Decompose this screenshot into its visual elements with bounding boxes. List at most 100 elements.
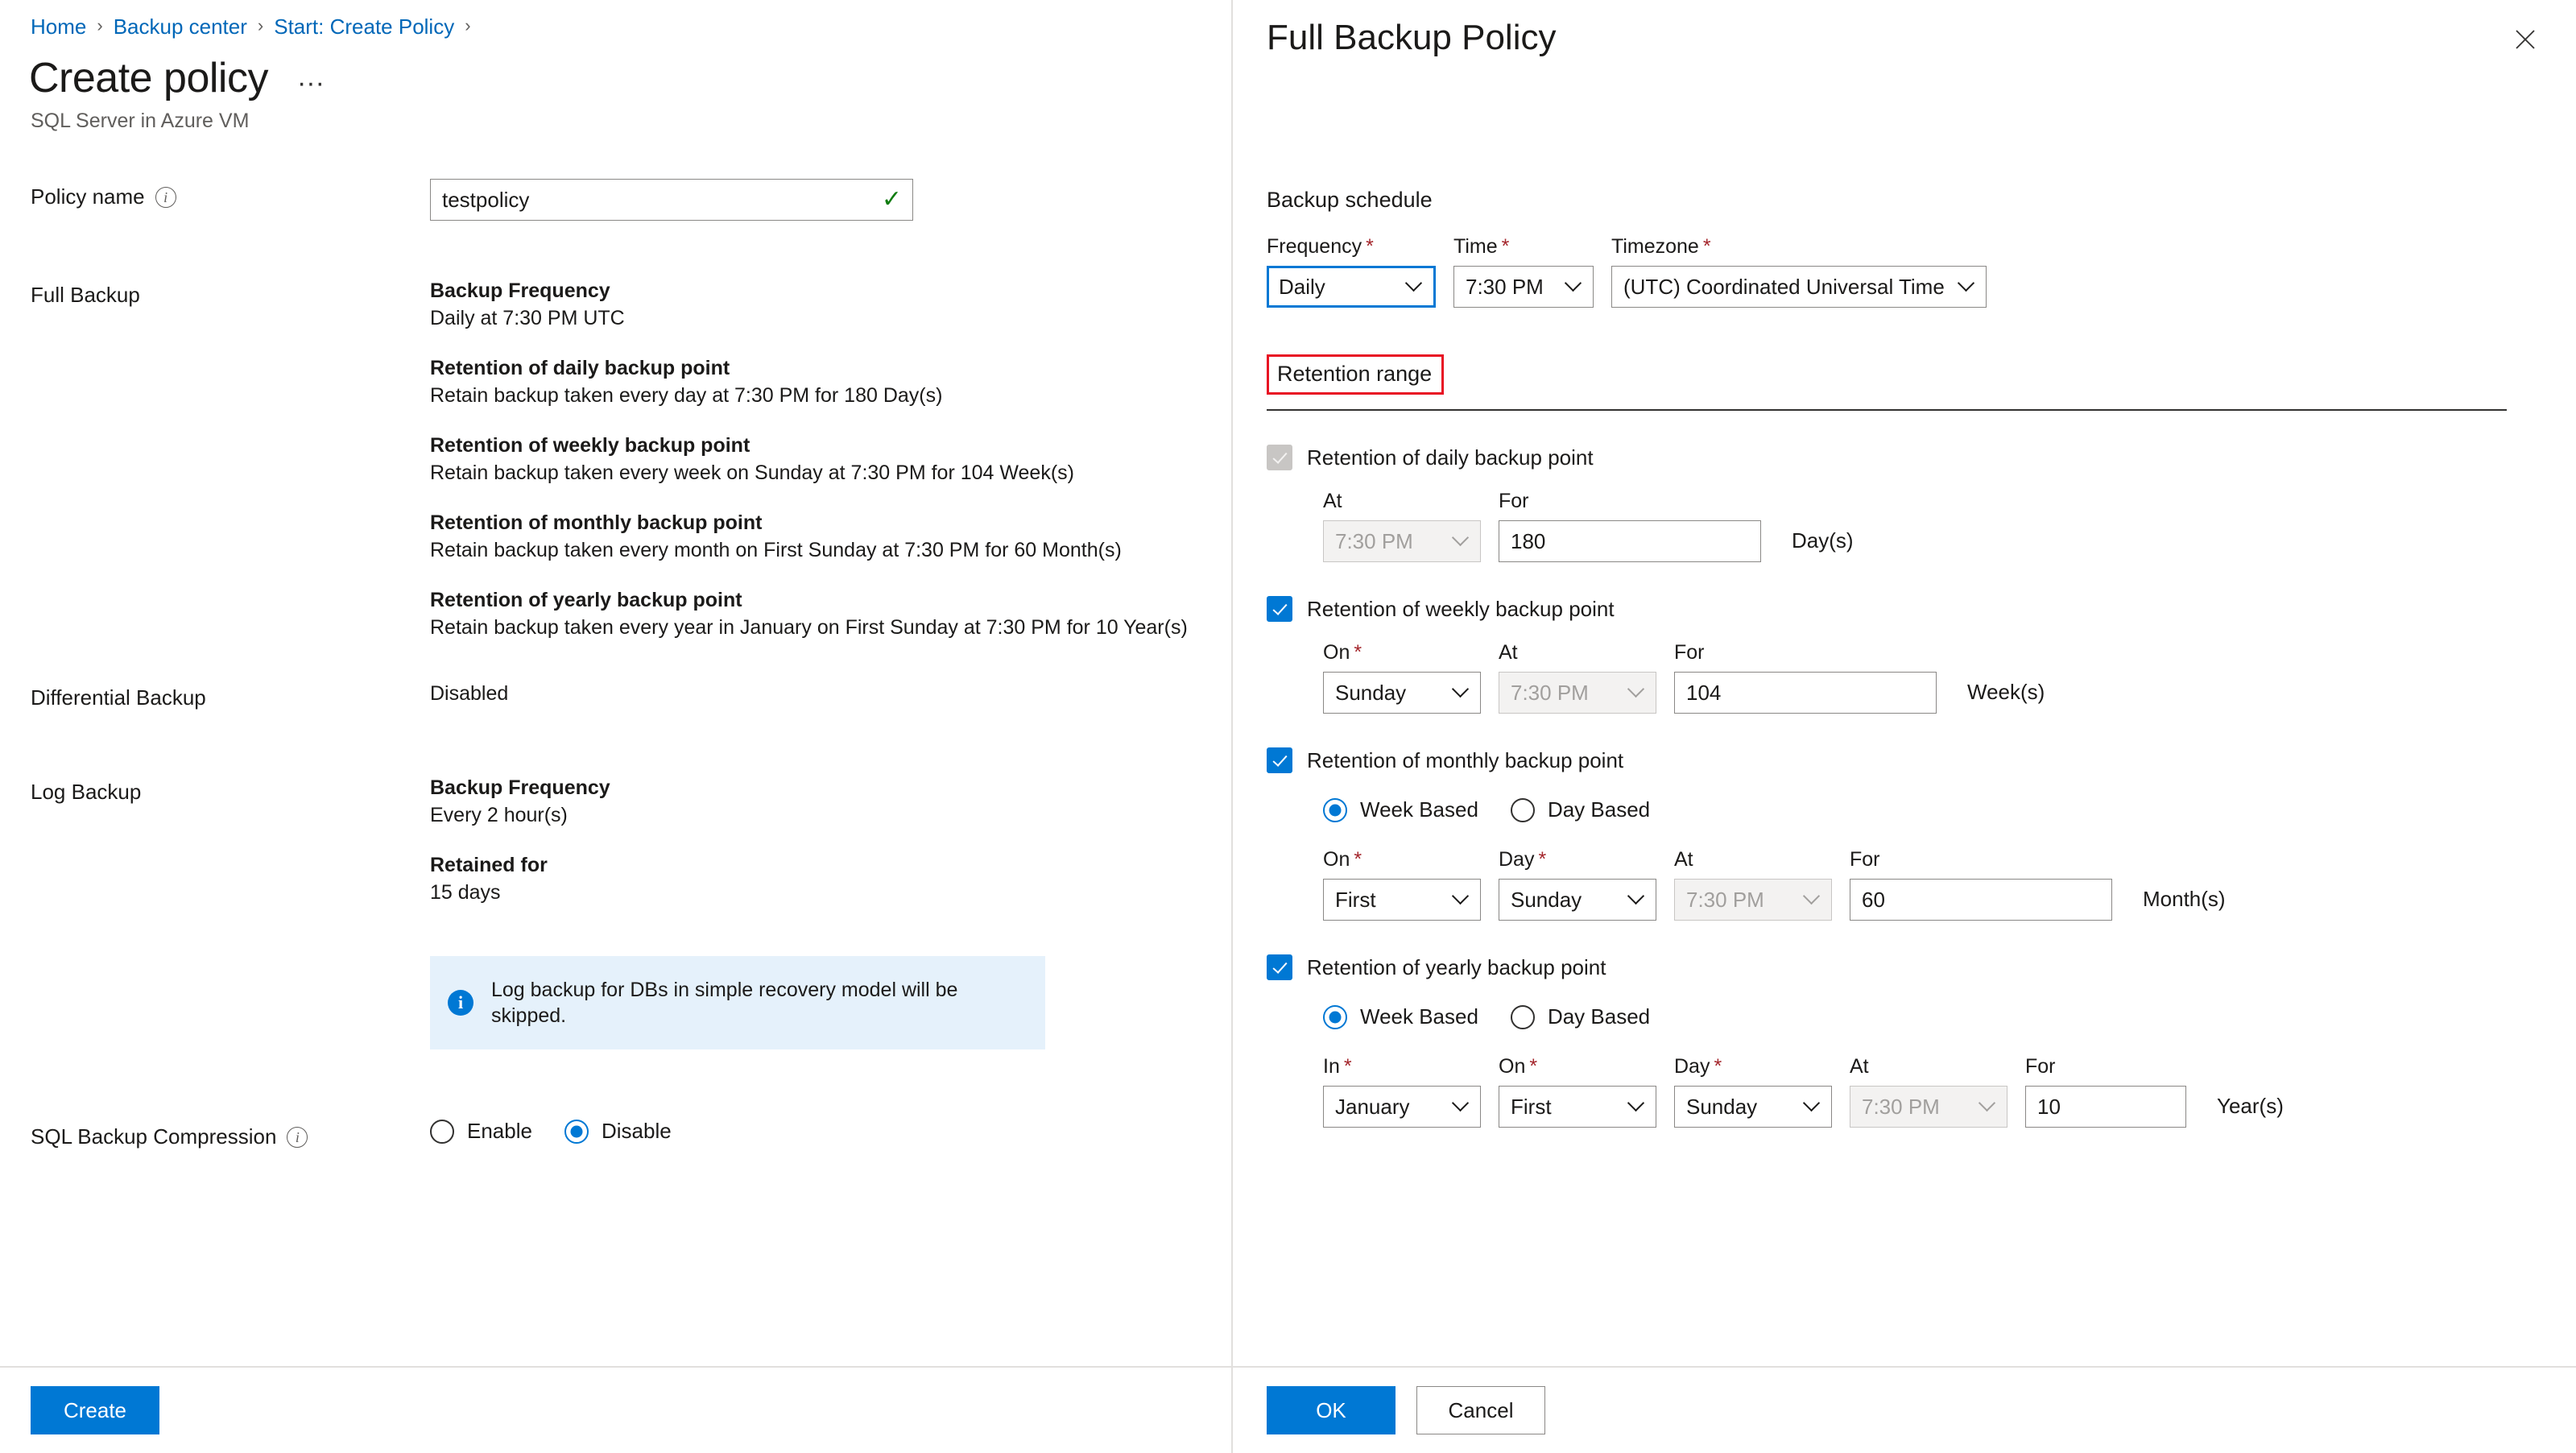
yearly-retention-label: Retention of yearly backup point	[1307, 954, 1606, 979]
full-backup-yearly-head: Retention of yearly backup point	[430, 589, 742, 611]
yearly-for-field: For	[2025, 1054, 2186, 1128]
monthly-mode-week-based[interactable]: Week Based	[1323, 797, 1478, 822]
monthly-for-input[interactable]	[1850, 879, 2112, 921]
monthly-mode-day-based[interactable]: Day Based	[1510, 797, 1651, 822]
close-icon[interactable]	[2507, 21, 2544, 58]
monthly-at-field: At 7:30 PM	[1674, 847, 1832, 921]
monthly-day-select[interactable]: Sunday	[1499, 879, 1656, 921]
policy-name-input-wrap: ✓	[430, 179, 913, 221]
yearly-on-label: On	[1499, 1055, 1526, 1078]
breadcrumb: Home › Backup center › Start: Create Pol…	[0, 0, 1231, 40]
monthly-mode-day-based-label: Day Based	[1547, 797, 1651, 822]
yearly-in-label: In	[1323, 1055, 1340, 1078]
info-icon: i	[448, 990, 473, 1016]
yearly-day-select[interactable]: Sunday	[1674, 1086, 1832, 1128]
monthly-mode-week-based-label: Week Based	[1360, 797, 1478, 822]
policy-name-input[interactable]	[430, 179, 913, 221]
log-backup-retained-head: Retained for	[430, 854, 548, 876]
chevron-down-icon	[1408, 279, 1422, 294]
retention-range-title: Retention range	[1267, 354, 1445, 395]
timezone-select[interactable]: (UTC) Coordinated Universal Time	[1611, 266, 1987, 308]
create-button[interactable]: Create	[31, 1386, 159, 1434]
monthly-retention-checkbox[interactable]	[1267, 747, 1292, 773]
required-indicator: *	[1714, 1055, 1722, 1078]
log-backup-info-banner: i Log backup for DBs in simple recovery …	[430, 956, 1045, 1049]
yearly-at-select: 7:30 PM	[1850, 1086, 2007, 1128]
backup-schedule-fields: Frequency * Daily Time * 7:30 PM Timezon…	[1267, 234, 2542, 308]
yearly-in-field: In * January	[1323, 1054, 1481, 1128]
monthly-for-label: For	[1850, 848, 1880, 871]
info-icon[interactable]: i	[155, 187, 176, 208]
yearly-at-label: At	[1850, 1055, 1869, 1078]
weekly-on-select[interactable]: Sunday	[1323, 672, 1481, 714]
daily-for-label: For	[1499, 490, 1529, 512]
policy-name-field-wrap: ✓	[430, 179, 1231, 221]
yearly-mode-week-based[interactable]: Week Based	[1323, 1004, 1478, 1029]
full-backup-daily-value: Retain backup taken every day at 7:30 PM…	[430, 384, 943, 407]
breadcrumb-item-home[interactable]: Home	[31, 13, 86, 40]
radio-checked-icon	[1323, 1004, 1347, 1029]
yearly-in-label-group: In *	[1323, 1054, 1481, 1079]
required-indicator: *	[1354, 848, 1362, 871]
daily-retention-checkbox-row: Retention of daily backup point	[1267, 445, 2542, 470]
more-options-icon[interactable]: ···	[291, 68, 331, 98]
compression-option-disable[interactable]: Disable	[564, 1119, 672, 1144]
chevron-down-icon	[1981, 1099, 1995, 1114]
yearly-on-select[interactable]: First	[1499, 1086, 1656, 1128]
log-backup-details: Backup Frequency Every 2 hour(s) Retaine…	[430, 774, 1231, 1049]
monthly-day-label: Day	[1499, 848, 1535, 871]
yearly-retention-checkbox[interactable]	[1267, 954, 1292, 980]
breadcrumb-separator-icon: ›	[465, 15, 471, 35]
differential-backup-row: Differential Backup Disabled	[0, 680, 1231, 711]
weekly-at-select-value: 7:30 PM	[1511, 680, 1589, 705]
log-backup-row: Log Backup Backup Frequency Every 2 hour…	[0, 774, 1231, 1049]
time-label: Time	[1453, 235, 1498, 258]
yearly-mode-day-based[interactable]: Day Based	[1510, 1004, 1650, 1029]
weekly-for-input[interactable]	[1674, 672, 1937, 714]
full-backup-monthly-head: Retention of monthly backup point	[430, 511, 763, 534]
weekly-retention-fields: On * Sunday At 7:30 PM For 104 Week(s)	[1267, 640, 2542, 714]
log-backup-info-banner-text: Log backup for DBs in simple recovery mo…	[491, 979, 958, 1027]
full-backup-label: Full Backup	[31, 283, 140, 307]
info-icon[interactable]: i	[287, 1127, 308, 1148]
frequency-field: Frequency * Daily	[1267, 234, 1436, 308]
required-indicator: *	[1343, 1055, 1352, 1078]
time-select-value: 7:30 PM	[1466, 274, 1544, 299]
weekly-retention-label: Retention of weekly backup point	[1307, 596, 1615, 621]
full-backup-row: Full Backup Backup Frequency Daily at 7:…	[0, 277, 1231, 641]
daily-for-input[interactable]	[1499, 520, 1761, 562]
chevron-down-icon	[1454, 1099, 1469, 1114]
required-indicator: *	[1366, 235, 1374, 258]
weekly-retention-checkbox[interactable]	[1267, 596, 1292, 622]
yearly-at-field: At 7:30 PM	[1850, 1054, 2007, 1128]
weekly-on-select-value: Sunday	[1335, 680, 1407, 705]
breadcrumb-item-start-create-policy[interactable]: Start: Create Policy	[274, 13, 454, 40]
yearly-for-input[interactable]	[2025, 1086, 2186, 1128]
monthly-for-unit: Month(s)	[2143, 887, 2226, 911]
ok-button[interactable]: OK	[1267, 1386, 1396, 1434]
policy-name-label: Policy name	[31, 184, 145, 209]
yearly-in-select[interactable]: January	[1323, 1086, 1481, 1128]
time-select[interactable]: 7:30 PM	[1453, 266, 1594, 308]
create-policy-footer: Create	[0, 1366, 1231, 1453]
monthly-on-select[interactable]: First	[1323, 879, 1481, 921]
timezone-label: Timezone	[1611, 235, 1699, 258]
full-backup-weekly-value: Retain backup taken every week on Sunday…	[430, 462, 1074, 484]
full-backup-yearly-value: Retain backup taken every year in Januar…	[430, 616, 1188, 639]
monthly-on-field: On * First	[1323, 847, 1481, 921]
monthly-retention-fields: On * First Day * Sunday At 7:30 PM For 6…	[1267, 847, 2542, 921]
daily-retention-label: Retention of daily backup point	[1307, 445, 1594, 470]
backup-schedule-section-title: Backup schedule	[1267, 188, 1433, 212]
compression-option-enable[interactable]: Enable	[430, 1119, 532, 1144]
breadcrumb-item-backup-center[interactable]: Backup center	[114, 13, 247, 40]
yearly-day-label-group: Day *	[1674, 1054, 1832, 1079]
frequency-select[interactable]: Daily	[1267, 266, 1436, 308]
yearly-on-field: On * First	[1499, 1054, 1656, 1128]
full-backup-frequency-head: Backup Frequency	[430, 279, 610, 302]
yearly-for-unit: Year(s)	[2217, 1094, 2284, 1118]
frequency-label: Frequency	[1267, 235, 1362, 258]
cancel-button[interactable]: Cancel	[1416, 1386, 1545, 1434]
weekly-for-label: For	[1674, 641, 1705, 664]
policy-name-row: Policy name i ✓	[0, 179, 1231, 221]
weekly-for-unit: Week(s)	[1967, 680, 2045, 704]
